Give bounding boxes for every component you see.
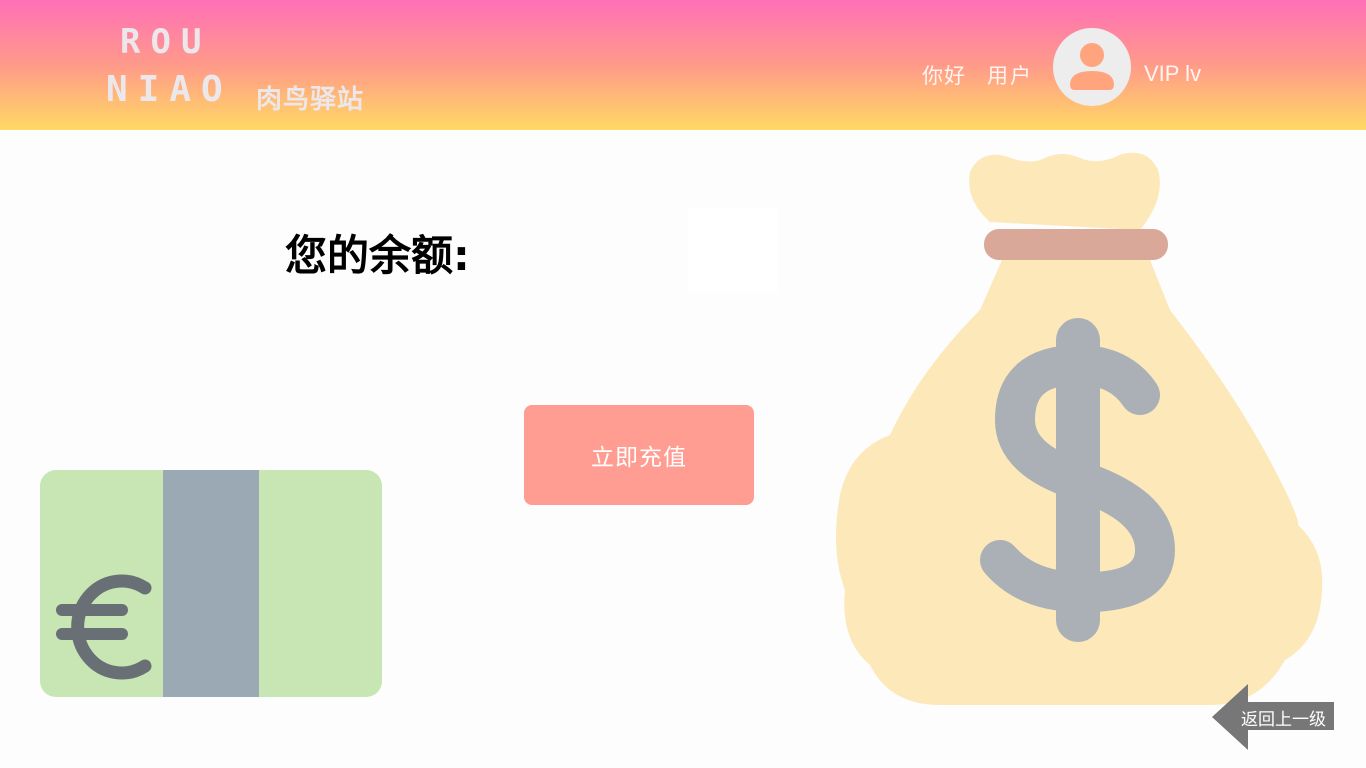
logo-chinese-name: 肉鸟驿站 <box>256 85 365 115</box>
greeting-text: 你好 <box>922 64 966 88</box>
euro-banknote-icon <box>40 470 382 697</box>
vip-level-label: VIP lv <box>1144 61 1202 86</box>
back-button-label: 返回上一级 <box>1241 710 1326 730</box>
back-button[interactable]: 返回上一级 <box>1212 684 1334 750</box>
balance-value <box>688 208 778 292</box>
logo-text-line-2: NIAO <box>106 69 233 110</box>
username-link[interactable]: 用户 <box>987 60 1033 90</box>
money-bag-icon <box>830 150 1325 710</box>
recharge-page: ROU NIAO 肉鸟驿站 你好 用户 VIP lv 您的余额: 立即充值 返回… <box>0 0 1366 768</box>
recharge-now-button[interactable]: 立即充值 <box>524 405 754 505</box>
logo-text-line-1: ROU <box>120 22 212 62</box>
balance-label: 您的余额: <box>285 231 470 280</box>
user-avatar-icon[interactable] <box>1053 28 1131 106</box>
header-bar: ROU NIAO 肉鸟驿站 你好 用户 VIP lv <box>0 0 1366 130</box>
